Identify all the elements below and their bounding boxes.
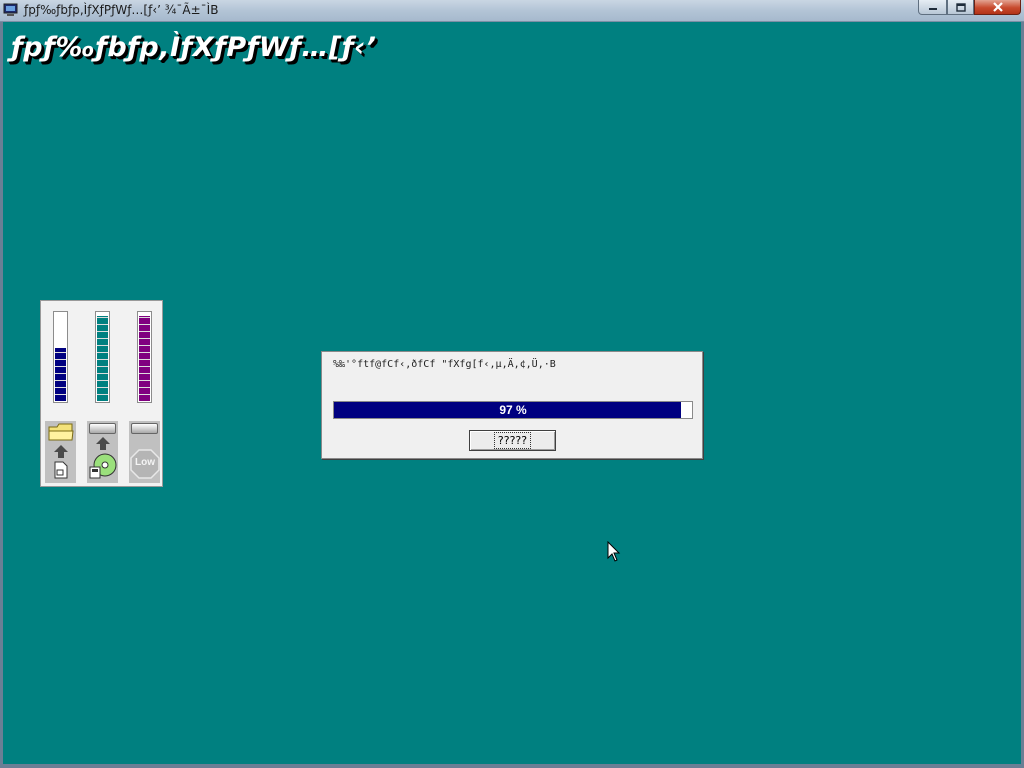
cancel-button[interactable]: ????? [469, 430, 556, 451]
meter-disk [83, 301, 121, 488]
progress-dialog: %‰'°ftf@fCf‹,ðfCf "fXfg[f‹,µ,Ä,¢,Ü,·B 97… [321, 351, 703, 459]
install-progress-bar: 97 % [333, 401, 693, 419]
minimize-icon [928, 8, 937, 10]
meter-bar-memory [53, 311, 68, 403]
title-bar[interactable]: ƒpƒ‰ƒbƒp,ÌƒXƒPƒWƒ…[ƒ‹’ ¾¯Ã±¯ÌB [0, 0, 1024, 22]
computer-icon [3, 3, 18, 16]
meter-fill-power [139, 315, 150, 401]
window-title: ƒpƒ‰ƒbƒp,ÌƒXƒPƒWƒ…[ƒ‹’ ¾¯Ã±¯ÌB [24, 3, 219, 17]
meter-bar-disk [95, 311, 110, 403]
meter-bar-power [137, 311, 152, 403]
maximize-button[interactable] [947, 0, 974, 15]
mouse-cursor-icon [607, 541, 621, 562]
meter-memory [41, 301, 79, 488]
minimize-button[interactable] [918, 0, 947, 15]
document-icon [54, 461, 68, 479]
cd-icon [89, 453, 117, 479]
folder-icon[interactable] [48, 423, 74, 441]
up-arrow-icon [54, 445, 68, 452]
close-icon [992, 2, 1003, 12]
drive-button[interactable] [131, 423, 158, 434]
close-button[interactable] [974, 0, 1021, 15]
up-arrow-stem [100, 444, 106, 450]
meter-base [87, 421, 118, 483]
up-arrow-icon [96, 437, 110, 444]
resource-meter-panel: Low [40, 300, 163, 487]
dialog-message: %‰'°ftf@fCf‹,ðfCf "fXfg[f‹,µ,Ä,¢,Ü,·B [333, 359, 556, 370]
meter-fill-disk [97, 315, 108, 401]
drive-button[interactable] [89, 423, 116, 434]
progress-label: 97 % [499, 403, 527, 417]
maximize-icon [955, 2, 966, 12]
app-window: ƒpƒ‰ƒbƒp,ÌƒXƒPƒWƒ…[ƒ‹’ ¾¯Ã±¯ÌB ƒpƒ‰ƒbƒp,… [0, 0, 1024, 768]
meter-base [45, 421, 76, 483]
meter-base: Low [129, 421, 160, 483]
meter-fill-memory [55, 348, 66, 401]
meter-power: Low [125, 301, 163, 488]
low-badge-label: Low [135, 457, 155, 468]
desktop: ƒpƒ‰ƒbƒp,ÌƒXƒPƒWƒ…[ƒ‹’ Low %‰'°ftf@fCf‹,… [3, 22, 1021, 764]
up-arrow-stem [58, 452, 64, 458]
cancel-button-label: ????? [493, 432, 532, 449]
app-banner: ƒpƒ‰ƒbƒp,ÌƒXƒPƒWƒ…[ƒ‹’ [11, 32, 377, 63]
